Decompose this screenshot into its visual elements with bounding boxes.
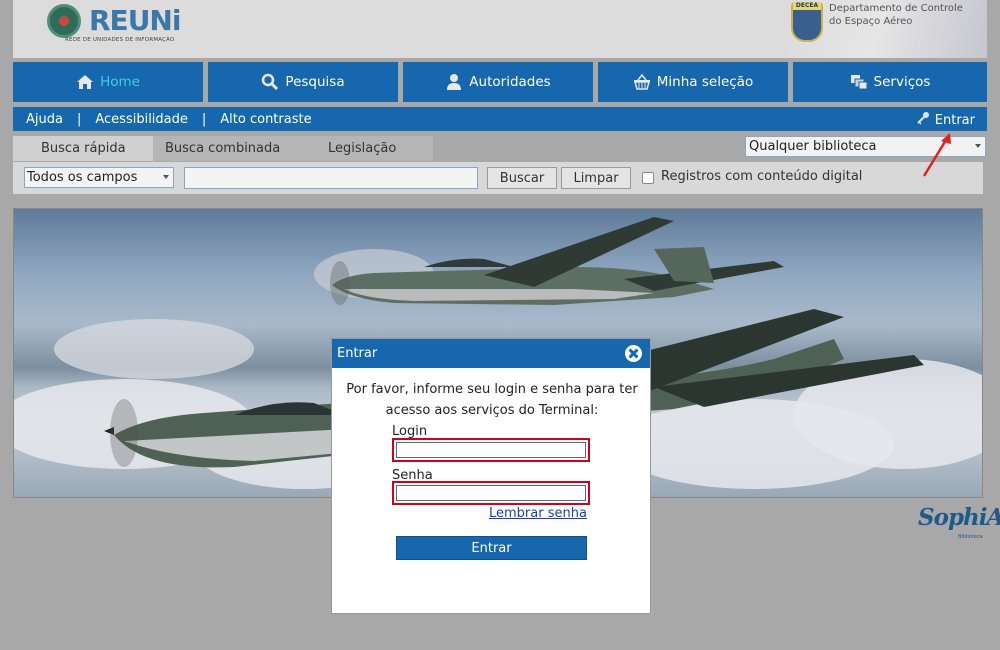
buscar-button[interactable]: Buscar (487, 167, 557, 189)
senha-input-field[interactable] (396, 485, 586, 501)
login-dialog-message: Por favor, informe seu login e senha par… (346, 382, 638, 418)
link-ajuda[interactable]: Ajuda (13, 112, 63, 127)
nav-home[interactable]: Home (13, 62, 203, 102)
sophia-logo-sub: Biblioteca (958, 534, 983, 540)
sophia-logo[interactable]: SophiA (918, 504, 1000, 531)
login-label: Login (392, 424, 428, 439)
quick-search-form: Todos os campos Buscar Limpar Registros … (13, 162, 983, 194)
search-input[interactable] (184, 167, 478, 189)
decea-badge-text: DECEA (793, 2, 821, 10)
separator: | (201, 111, 207, 127)
field-select-value: Todos os campos (27, 170, 138, 185)
reuni-logo-mark (47, 4, 81, 38)
tab-busca-combinada[interactable]: Busca combinada (153, 136, 293, 161)
nav-minha-selecao-label: Minha seleção (656, 74, 754, 90)
decea-name: Departamento de Controle do Espaço Aéreo (829, 2, 963, 28)
login-link[interactable]: Entrar (916, 111, 975, 129)
login-submit-button[interactable]: Entrar (396, 536, 587, 560)
limpar-button[interactable]: Limpar (561, 167, 631, 189)
basket-icon (633, 73, 651, 91)
login-input-field[interactable] (396, 442, 586, 458)
nav-home-label: Home (100, 74, 140, 90)
login-input[interactable] (392, 438, 590, 462)
chevron-down-icon (975, 144, 981, 148)
close-icon[interactable] (625, 345, 642, 362)
reuni-logo[interactable]: REUNi REDE DE UNIDADES DE INFORMAÇÃO (47, 2, 187, 48)
nav-servicos-label: Serviços (873, 74, 931, 90)
reuni-logo-text: REUNi (89, 4, 181, 37)
login-dialog: Entrar Por favor, informe seu login e se… (331, 338, 651, 614)
site-header: REUNi REDE DE UNIDADES DE INFORMAÇÃO DEC… (13, 0, 987, 58)
link-alto-contraste[interactable]: Alto contraste (206, 112, 311, 127)
home-icon (76, 73, 94, 91)
separator: | (76, 111, 82, 127)
library-select-value: Qualquer biblioteca (749, 139, 877, 154)
reuni-logo-tagline: REDE DE UNIDADES DE INFORMAÇÃO (65, 37, 175, 43)
tab-busca-rapida[interactable]: Busca rápida (13, 136, 153, 161)
decea-name-line2: do Espaço Aéreo (829, 16, 913, 27)
nav-servicos[interactable]: Serviços (793, 62, 987, 102)
main-nav: Home Pesquisa Autoridades Minha seleção … (13, 62, 987, 102)
decea-name-line1: Departamento de Controle (829, 3, 963, 14)
nav-minha-selecao[interactable]: Minha seleção (598, 62, 788, 102)
nav-autoridades-label: Autoridades (469, 74, 551, 90)
nav-autoridades[interactable]: Autoridades (403, 62, 593, 102)
login-dialog-title: Entrar (337, 346, 378, 361)
digital-content-checkbox[interactable] (642, 172, 654, 184)
windows-icon (850, 73, 868, 91)
forgot-password-link[interactable]: Lembrar senha (489, 506, 587, 521)
person-icon (445, 73, 463, 91)
login-link-label: Entrar (934, 112, 975, 128)
tab-legislacao[interactable]: Legislação (293, 136, 433, 161)
utility-bar: Ajuda | Acessibilidade | Alto contraste … (13, 107, 987, 131)
field-select[interactable]: Todos os campos (24, 167, 174, 188)
search-icon (261, 73, 279, 91)
link-acessibilidade[interactable]: Acessibilidade (81, 112, 188, 127)
nav-pesquisa[interactable]: Pesquisa (208, 62, 398, 102)
search-tabs: Busca rápida Busca combinada Legislação (13, 136, 433, 161)
decea-brand[interactable]: DECEA Departamento de Controle do Espaço… (787, 0, 987, 58)
login-dialog-header: Entrar (332, 339, 650, 368)
senha-input[interactable] (392, 481, 590, 505)
annotation-arrow (922, 133, 951, 177)
key-icon (916, 111, 930, 129)
digital-content-label: Registros com conteúdo digital (661, 169, 863, 184)
chevron-down-icon (163, 175, 169, 179)
nav-pesquisa-label: Pesquisa (285, 74, 345, 90)
